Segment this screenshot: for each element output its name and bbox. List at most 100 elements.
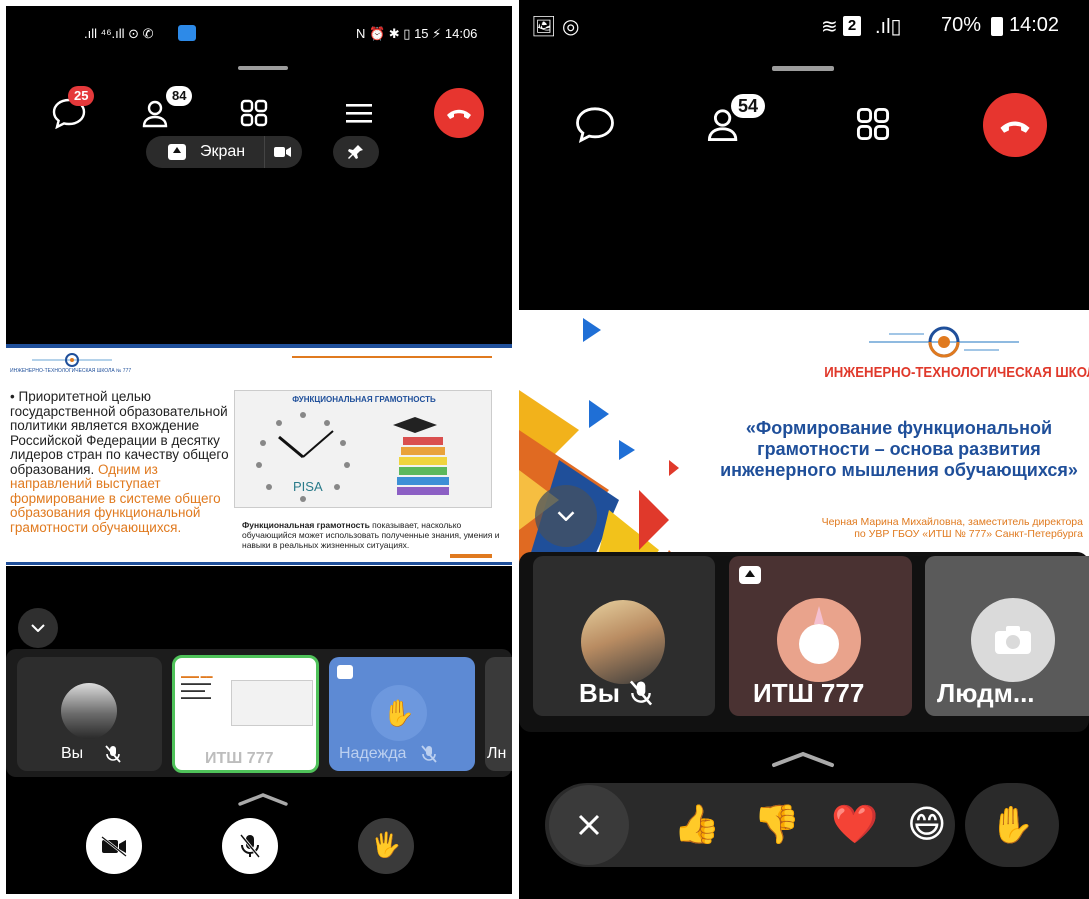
sim-badge: 2 [843,16,861,36]
raised-hand-icon: ✋ [989,804,1035,845]
grid-layout-button[interactable] [231,90,277,136]
avatar [581,600,665,684]
end-call-button[interactable] [983,93,1047,157]
slide-title: «Формирование функциональной грамотности… [720,418,1078,480]
grid-layout-button[interactable] [845,96,901,152]
video-camera-icon [273,147,291,157]
thumbnail-slide-text: ▬▬▬ ▬▬ ▬▬▬▬▬ ▬▬▬▬ ▬▬▬▬▬ [181,674,213,701]
participants-strip: Вы ▬▬▬ ▬▬ ▬▬▬▬▬ ▬▬▬▬ ▬▬▬▬▬ ИТШ 777 ✋ Надежд… [6,649,512,777]
raise-hand-button[interactable]: ✋ [965,783,1059,867]
shared-slide: ИНЖЕНЕРНО-ТЕХНОЛОГИЧЕСКАЯ ШКОЛА № 777 • … [6,344,512,566]
participants-count-badge: 84 [166,86,193,106]
slide-author-line-2: по УВР ГБОУ «ИТШ № 777» Санкт-Петербурга [854,528,1083,540]
participant-name: Надежда [339,745,407,762]
camera-placeholder-icon [971,598,1055,682]
participant-tile-nadezhda[interactable]: ✋ Надежда [329,657,475,771]
mic-toggle-button[interactable] [222,818,278,874]
camera-toggle-button[interactable] [86,818,142,874]
reactions-bar: 👍 👎 ❤️ 😄 [545,783,955,867]
chat-icon [576,107,614,143]
participant-name: Людм... [937,678,1035,708]
pin-button[interactable] [333,136,379,168]
camera-off-icon [101,835,127,857]
participant-name: ИТШ 777 [753,678,865,708]
status-bar-left-icons: 🖼 ◎ [531,16,580,38]
slide-geometric-decoration [519,318,709,592]
screen-share-badge-icon [739,566,761,584]
mic-off-icon [239,834,261,858]
close-reactions-button[interactable] [549,785,629,865]
hang-up-icon [447,109,471,119]
participant-tile-partial[interactable]: Лн [485,657,512,771]
screen-share-icon [168,144,186,160]
heart-icon[interactable]: ❤️ [831,803,878,847]
chevron-up-icon[interactable] [771,750,835,768]
slide-orange-rule [292,356,492,358]
participant-tile-lyudmila[interactable]: Людм... [925,556,1089,716]
avatar [61,683,117,739]
slide-author-line-1: Черная Марина Михайловна, заместитель ди… [821,516,1083,528]
participant-tile-itsh[interactable]: ИТШ 777 [729,556,912,716]
books-illustration [393,417,449,495]
muted-mic-icon [105,745,121,763]
slide-caption-bold: Функциональная грамотность [242,520,370,530]
participant-name: ИТШ 777 [205,750,274,767]
screen-share-label: Экран [200,143,246,160]
camera-switch-button[interactable] [264,136,300,168]
right-phone-screenshot: 🖼 ◎ ≋ 2 .ıl▯ 70% 14:02 54 ИНЖЕНЕРНО-ТЕХН… [519,0,1089,899]
close-icon [578,814,600,836]
pin-icon [348,145,363,159]
participants-count-badge: 54 [731,94,766,118]
status-bar-right-icons: N ⏰ ✱ ▯ 15 ⚡ 14:06 [356,26,478,41]
laughing-face-icon[interactable]: 😄 [907,803,947,847]
participant-name: Вы [579,678,620,708]
drag-handle[interactable] [238,66,288,70]
chat-button[interactable] [567,96,623,152]
grid-icon [240,99,268,127]
screen-share-badge-icon [337,665,353,679]
battery-icon [991,17,1003,36]
chevron-down-icon [557,511,575,521]
slide-school-caption: ИНЖЕНЕРНО-ТЕХНОЛОГИЧЕСКАЯ ШКОЛА № 777 [10,368,132,374]
signal-icon: .ıl▯ [875,16,902,38]
collapse-button[interactable] [535,485,597,547]
unicorn-avatar-icon [777,598,861,682]
clock: 14:02 [1009,14,1060,36]
hang-up-icon [1000,121,1030,133]
slide-caption: Функциональная грамотность показывает, н… [242,520,504,550]
muted-mic-icon [629,680,653,706]
reactions-button[interactable]: 🖐 [358,818,414,874]
screen-share-toggle[interactable]: Экран [146,136,302,168]
status-bar-left-icons: .ıll ⁴⁶.ıll ⊙ ✆ [84,26,154,41]
participant-name: Лн [487,745,507,762]
chat-unread-badge: 25 [68,86,95,106]
thumbs-down-icon[interactable]: 👎 [753,803,800,847]
grid-icon [856,107,890,141]
hand-heart-icon: 🖐 [371,832,401,859]
slide-bottom-rule [6,562,512,565]
collapse-button[interactable] [18,608,58,648]
slide-illustration: ФУНКЦИОНАЛЬНАЯ ГРАМОТНОСТЬ PISA [234,390,492,508]
participant-tile-self[interactable]: Вы [17,657,162,771]
chevron-down-icon [31,624,45,632]
shared-slide: ИНЖЕНЕРНО-ТЕХНОЛОГИЧЕСКАЯ ШКОЛА # 777 «Ф… [519,310,1089,592]
slide-top-rule [6,344,512,348]
shield-icon [178,25,196,41]
chevron-up-icon[interactable] [238,792,288,806]
pisa-label: PISA [293,479,323,494]
slide-text: • Приоритетной целью государственной обр… [10,389,230,535]
wifi-icon: ≋ [821,16,838,38]
end-call-button[interactable] [434,88,484,138]
battery-percent: 70% [941,14,982,36]
menu-button[interactable] [336,90,382,136]
slide-author: Черная Марина Михайловна, заместитель ди… [749,516,1083,540]
school-logo-icon [869,326,1019,358]
participant-name: Вы [61,745,84,762]
participant-tile-itsh[interactable]: ▬▬▬ ▬▬ ▬▬▬▬▬ ▬▬▬▬ ▬▬▬▬▬ ИТШ 777 [172,655,319,773]
left-phone-screenshot: .ıll ⁴⁶.ıll ⊙ ✆ N ⏰ ✱ ▯ 15 ⚡ 14:06 25 84… [6,6,512,894]
slide-school-name: ИНЖЕНЕРНО-ТЕХНОЛОГИЧЕСКАЯ ШКОЛА # 777 [824,364,1089,381]
participant-tile-self[interactable]: Вы [533,556,715,716]
thumbs-up-icon[interactable]: 👍 [673,803,720,847]
drag-handle[interactable] [772,66,834,71]
slide-illustration-title: ФУНКЦИОНАЛЬНАЯ ГРАМОТНОСТЬ [292,395,436,404]
